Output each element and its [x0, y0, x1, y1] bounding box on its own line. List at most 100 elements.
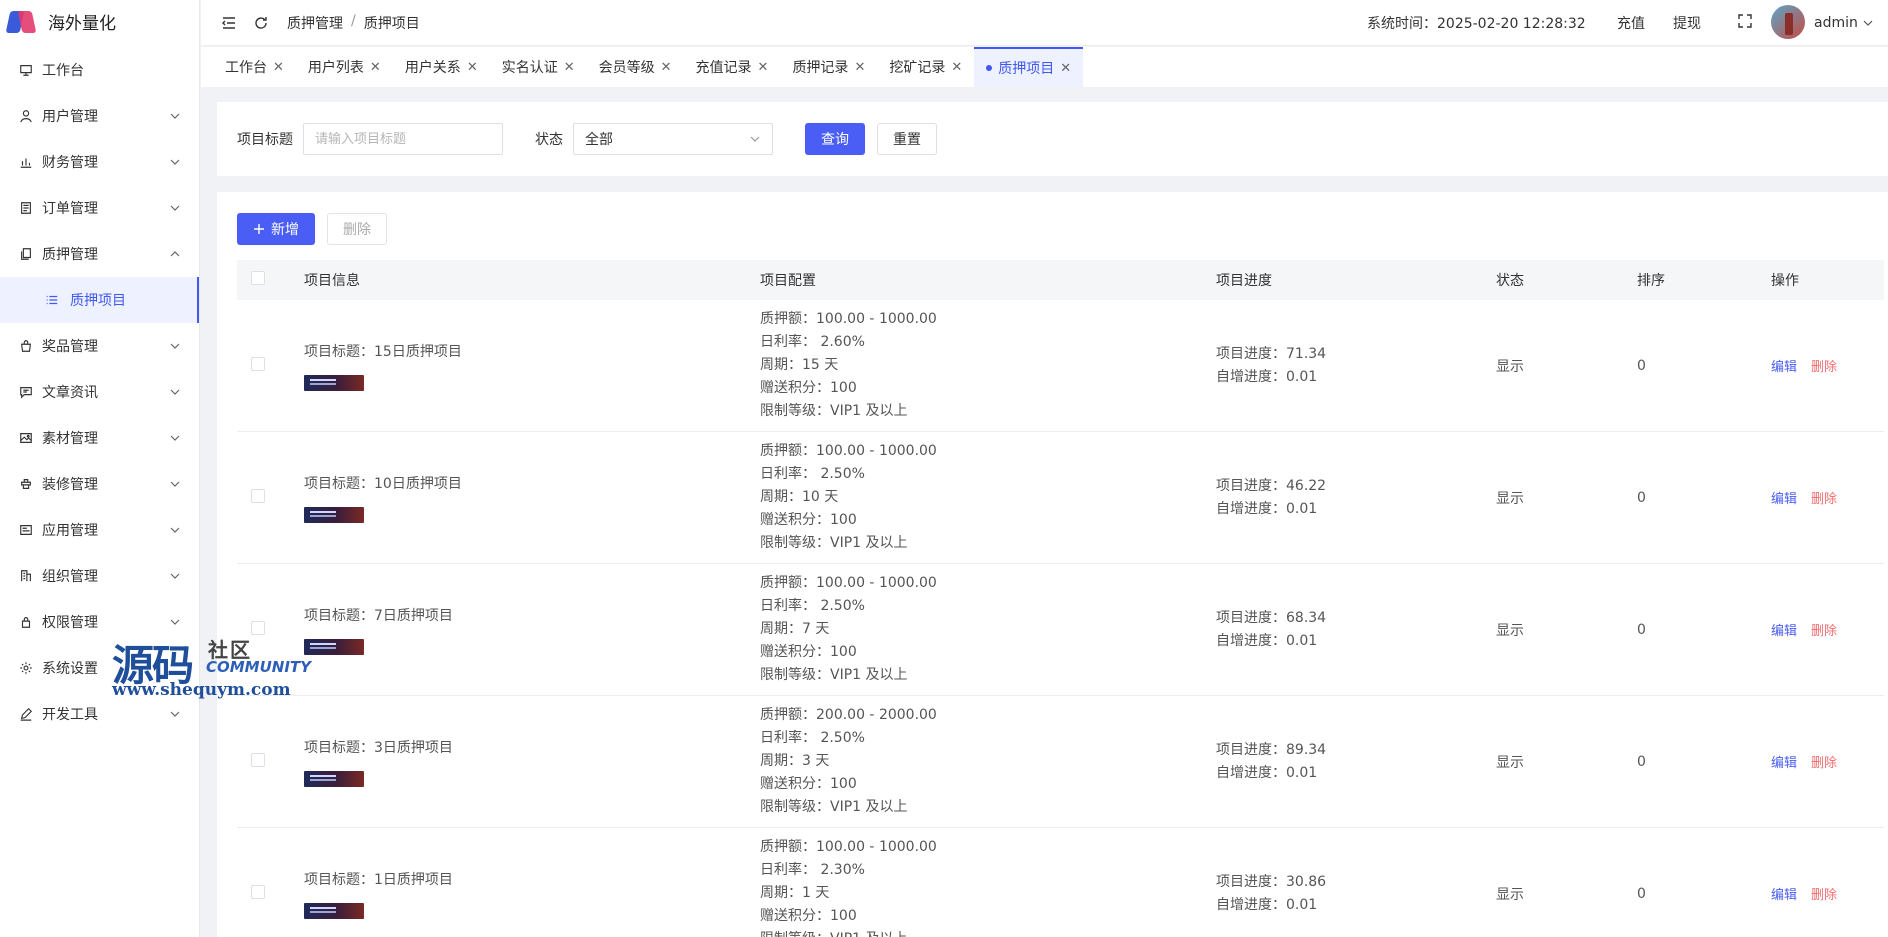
batch-delete-button[interactable]: 删除 — [327, 213, 387, 245]
tab-1[interactable]: 用户列表 ✕ — [296, 47, 393, 87]
sidebar-item-7[interactable]: 文章资讯 — [0, 369, 199, 415]
tab-4[interactable]: 会员等级 ✕ — [587, 47, 684, 87]
row-checkbox[interactable] — [251, 356, 265, 371]
reset-button[interactable]: 重置 — [877, 123, 937, 155]
project-progress: 项目进度：68.34 — [1216, 609, 1327, 626]
auto-progress: 自增进度：0.01 — [1216, 500, 1318, 517]
chevron-down-icon — [170, 113, 180, 119]
close-icon[interactable]: ✕ — [467, 60, 478, 75]
watermark-logo: 源码 社区 COMMUNITY www.shequym.com — [112, 630, 312, 702]
query-button[interactable]: 查询 — [805, 123, 865, 155]
system-time: 系统时间：2025-02-20 12:28:32 — [1367, 13, 1586, 33]
edit-link[interactable]: 编辑 — [1771, 752, 1797, 771]
edit-link[interactable]: 编辑 — [1771, 356, 1797, 375]
sidebar-item-8[interactable]: 素材管理 — [0, 415, 199, 461]
sidebar-item-label: 奖品管理 — [42, 339, 98, 355]
delete-link[interactable]: 删除 — [1811, 620, 1837, 639]
config-line: 限制等级：VIP1 及以上 — [760, 928, 1216, 937]
project-title: 项目标题：3日质押项目 — [304, 739, 453, 756]
menu-fold-icon[interactable] — [219, 13, 239, 33]
user-menu[interactable]: admin — [1814, 15, 1874, 31]
sidebar-item-5[interactable]: 质押项目 — [0, 277, 199, 323]
close-icon[interactable]: ✕ — [661, 60, 672, 75]
chevron-down-icon — [170, 527, 180, 533]
config-line: 日利率： 2.50% — [760, 466, 865, 482]
project-thumbnail — [304, 902, 364, 919]
sidebar-item-6[interactable]: 奖品管理 — [0, 323, 199, 369]
edit-link[interactable]: 编辑 — [1771, 884, 1797, 903]
project-thumbnail — [304, 374, 364, 391]
delete-link[interactable]: 删除 — [1811, 752, 1837, 771]
tab-label: 工作台 — [225, 60, 267, 76]
close-icon[interactable]: ✕ — [564, 60, 575, 75]
select-all-checkbox[interactable] — [251, 271, 265, 285]
sidebar-item-1[interactable]: 用户管理 — [0, 93, 199, 139]
refresh-icon[interactable] — [251, 13, 271, 33]
tabs-bar: 工作台 ✕ 用户列表 ✕ 用户关系 ✕ 实名认证 ✕ 会员等级 ✕ 充值记录 ✕ 质押记录 ✕ 挖矿记录 ✕ 质… — [201, 47, 1888, 87]
status-cell: 显示 — [1496, 358, 1524, 375]
monitor-icon — [18, 62, 34, 78]
sidebar-item-4[interactable]: 质押管理 — [0, 231, 199, 277]
tab-8[interactable]: 质押项目 ✕ — [974, 47, 1084, 87]
chevron-down-icon — [170, 343, 180, 349]
sidebar-item-label: 订单管理 — [42, 201, 98, 217]
sidebar-item-10[interactable]: 应用管理 — [0, 507, 199, 553]
chevron-down-icon — [170, 389, 180, 395]
tab-5[interactable]: 充值记录 ✕ — [684, 47, 781, 87]
status-select[interactable]: 全部 — [573, 123, 773, 155]
sort-cell: 0 — [1637, 489, 1646, 506]
sidebar-item-11[interactable]: 组织管理 — [0, 553, 199, 599]
breadcrumb-item: 质押项目 — [363, 15, 420, 32]
tab-6[interactable]: 质押记录 ✕ — [780, 47, 877, 87]
sidebar-item-9[interactable]: 装修管理 — [0, 461, 199, 507]
withdraw-link[interactable]: 提现 — [1673, 13, 1701, 33]
tab-3[interactable]: 实名认证 ✕ — [490, 47, 587, 87]
project-progress: 项目进度：46.22 — [1216, 477, 1327, 494]
top-header: 质押管理 / 质押项目 系统时间：2025-02-20 12:28:32 充值 … — [201, 0, 1888, 46]
row-checkbox[interactable] — [251, 488, 265, 503]
chevron-down-icon — [170, 619, 180, 625]
breadcrumb-item[interactable]: 质押管理 — [287, 13, 343, 33]
sidebar-item-2[interactable]: 财务管理 — [0, 139, 199, 185]
sidebar-item-0[interactable]: 工作台 — [0, 47, 199, 93]
add-button[interactable]: 新增 — [237, 213, 315, 245]
config-line: 周期：15 天 — [760, 357, 839, 373]
tab-7[interactable]: 挖矿记录 ✕ — [877, 47, 974, 87]
status-cell: 显示 — [1496, 490, 1524, 507]
recharge-link[interactable]: 充值 — [1617, 13, 1645, 33]
close-icon[interactable]: ✕ — [273, 60, 284, 75]
table-row: 项目标题：1日质押项目 质押额：100.00 - 1000.00 日利率： 2.30… — [237, 828, 1884, 937]
project-progress: 项目进度：71.34 — [1216, 345, 1327, 362]
edit-link[interactable]: 编辑 — [1771, 488, 1797, 507]
sort-cell: 0 — [1637, 885, 1646, 902]
app-logo[interactable]: 海外量化 — [0, 0, 199, 42]
close-icon[interactable]: ✕ — [854, 60, 865, 75]
table-row: 项目标题：15日质押项目 质押额：100.00 - 1000.00 日利率： 2.6… — [237, 300, 1884, 432]
avatar[interactable] — [1771, 5, 1805, 39]
message-icon — [18, 384, 34, 400]
close-icon[interactable]: ✕ — [758, 60, 769, 75]
delete-link[interactable]: 删除 — [1811, 488, 1837, 507]
tab-2[interactable]: 用户关系 ✕ — [393, 47, 490, 87]
delete-link[interactable]: 删除 — [1811, 884, 1837, 903]
fullscreen-icon[interactable] — [1737, 13, 1755, 31]
delete-link[interactable]: 删除 — [1811, 356, 1837, 375]
config-line: 质押额：200.00 - 2000.00 — [760, 707, 937, 723]
sidebar-item-3[interactable]: 订单管理 — [0, 185, 199, 231]
project-progress: 项目进度：89.34 — [1216, 741, 1327, 758]
project-progress: 项目进度：30.86 — [1216, 873, 1327, 890]
project-config: 质押额：100.00 - 1000.00 日利率： 2.60% 周期：15 天赠送积… — [760, 308, 1216, 423]
title-search-input[interactable] — [303, 123, 503, 155]
edit-link[interactable]: 编辑 — [1771, 620, 1797, 639]
close-icon[interactable]: ✕ — [370, 60, 381, 75]
close-icon[interactable]: ✕ — [951, 60, 962, 75]
table-row: 项目标题：3日质押项目 质押额：200.00 - 2000.00 日利率： 2.50… — [237, 696, 1884, 828]
sidebar-item-label: 应用管理 — [42, 523, 98, 539]
close-icon[interactable]: ✕ — [1060, 61, 1071, 76]
image-icon — [18, 430, 34, 446]
row-checkbox[interactable] — [251, 752, 265, 767]
config-line: 赠送积分：100 — [760, 776, 857, 792]
chevron-down-icon — [170, 481, 180, 487]
tab-0[interactable]: 工作台 ✕ — [213, 47, 296, 87]
row-checkbox[interactable] — [251, 884, 265, 899]
